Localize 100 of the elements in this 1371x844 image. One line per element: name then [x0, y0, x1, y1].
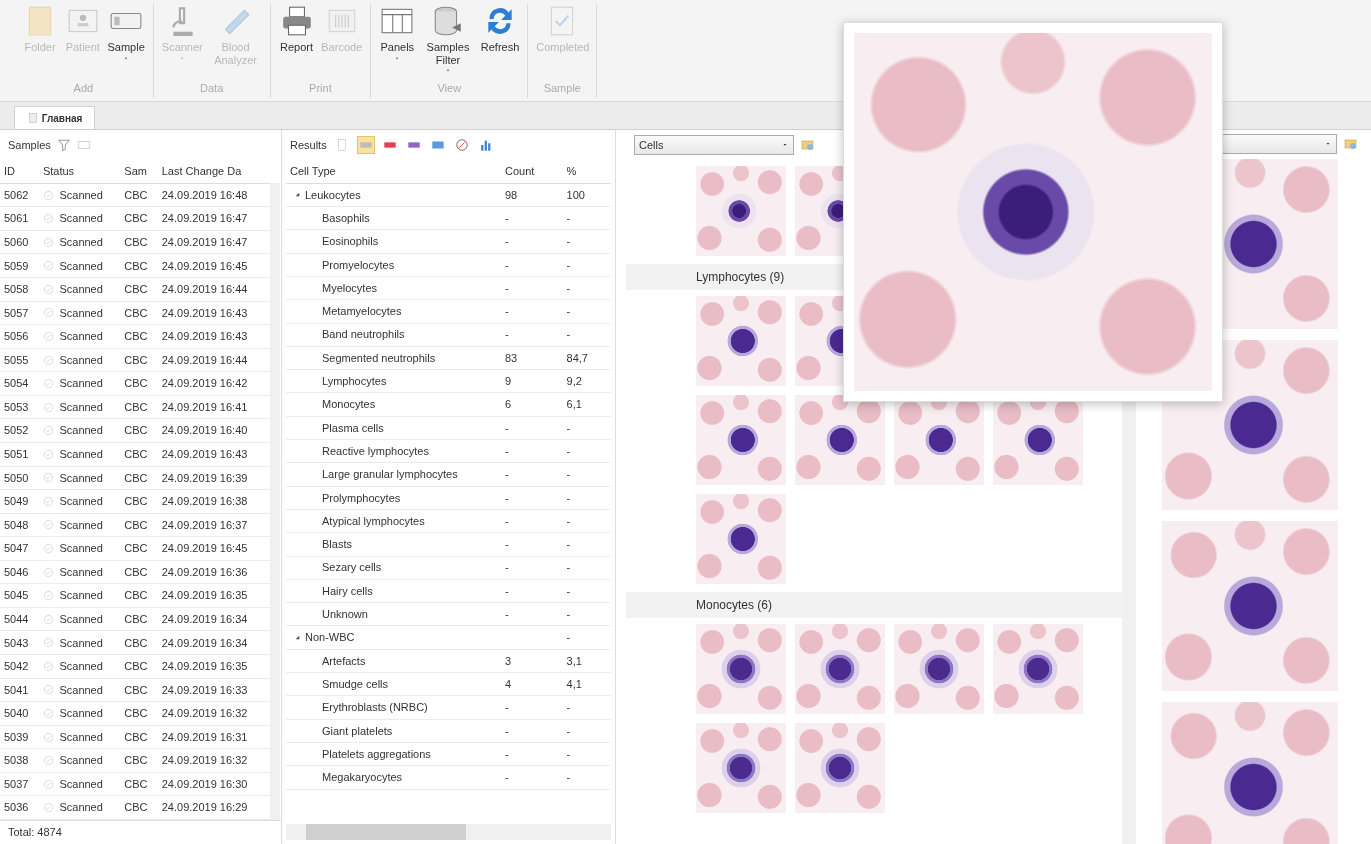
tab[interactable]: Главная: [14, 106, 96, 129]
table-cell: 5061: [0, 206, 39, 231]
check-circle-icon: [42, 354, 54, 366]
column-header[interactable]: Sam: [120, 160, 158, 184]
table-cell: 6: [501, 392, 563, 417]
table-cell: 5041: [0, 678, 39, 702]
table-cell: CBC: [120, 607, 158, 631]
table-cell: 98: [501, 183, 563, 207]
table-cell: -: [562, 532, 611, 557]
table-cell: -: [562, 439, 611, 463]
column-header[interactable]: Last Change Da: [157, 160, 270, 184]
group-header: Monocytes (6): [626, 592, 1122, 618]
table-cell: 6,1: [562, 392, 611, 417]
ribbon-button[interactable]: Samples Filter: [420, 4, 476, 77]
scrollbar[interactable]: [286, 824, 611, 840]
column-header[interactable]: Status: [38, 160, 121, 184]
check-circle-icon: [42, 330, 54, 342]
table-cell: -: [562, 276, 611, 300]
table-cell-text: Artefacts: [322, 653, 366, 669]
group-label: Add: [72, 80, 95, 96]
table-cell: 5039: [0, 725, 39, 749]
table-cell-text: Scanned: [59, 352, 103, 368]
table-cell: 5045: [0, 583, 39, 608]
table-cell-text: Monocytes: [322, 397, 376, 413]
table-cell: -: [562, 229, 611, 254]
group-label: View: [436, 80, 463, 96]
table-cell-text: Non-WBC: [305, 630, 355, 646]
check-circle-icon: [42, 707, 54, 719]
column-header[interactable]: %: [562, 160, 611, 184]
check-circle-icon: [42, 425, 54, 437]
table-cell-text: Sezary cells: [322, 560, 382, 576]
table-cell-text: Erythroblasts (NRBC): [322, 700, 428, 716]
expander-icon[interactable]: [294, 191, 301, 199]
table-cell: 3: [501, 649, 563, 673]
table-cell-text: Scanned: [59, 588, 103, 604]
table-cell: CBC: [120, 725, 158, 749]
check-circle-icon: [42, 283, 54, 295]
check-circle-icon: [42, 378, 54, 390]
table-cell: 5055: [0, 348, 39, 372]
ribbon-button[interactable]: Report: [276, 4, 317, 54]
table-cell: -: [501, 602, 563, 626]
table-cell: 9: [501, 369, 563, 393]
table-cell-text: Band neutrophils: [322, 327, 405, 343]
table-cell: CBC: [120, 230, 158, 254]
ribbon-button[interactable]: Sample: [105, 4, 147, 64]
view-button[interactable]: [356, 136, 375, 154]
table-cell-text: Reactive lymphocytes: [322, 443, 429, 459]
column-header[interactable]: Count: [501, 160, 563, 184]
table-cell: 9,2: [562, 369, 611, 393]
table-cell: 5042: [0, 654, 39, 679]
table-cell: CBC: [120, 277, 158, 302]
table-cell-text: Scanned: [59, 800, 103, 816]
table-cell-text: Segmented neutrophils: [322, 350, 436, 366]
table-cell: CBC: [120, 489, 158, 514]
table-cell-text: Leukocytes: [305, 187, 361, 203]
table-cell-text: Scanned: [59, 329, 103, 345]
table-cell: -: [501, 509, 563, 533]
column-header[interactable]: Cell Type: [286, 160, 501, 184]
table-cell: -: [562, 462, 611, 487]
table-cell-text: Lymphocytes: [322, 374, 387, 390]
table-cell: CBC: [120, 536, 158, 561]
table-cell: 5058: [0, 277, 39, 302]
table-cell: -: [562, 323, 611, 347]
check-circle-icon: [42, 519, 54, 531]
table-cell: CBC: [120, 795, 158, 820]
check-circle-icon: [42, 684, 54, 696]
table-cell-text: Giant platelets: [322, 723, 393, 739]
table-cell: CBC: [120, 560, 158, 584]
table-cell-text: Myelocytes: [322, 280, 378, 296]
table-cell: CBC: [120, 324, 158, 349]
table-cell: -: [501, 486, 563, 510]
table-cell-text: Scanned: [59, 682, 103, 698]
panel-title: Samples: [8, 137, 51, 153]
table-cell: 5049: [0, 489, 39, 514]
table-cell: -: [562, 206, 611, 230]
table-cell: CBC: [120, 183, 158, 207]
table-cell: 5059: [0, 254, 39, 278]
table-cell: -: [501, 299, 563, 324]
check-circle-icon: [42, 660, 54, 672]
table-cell: -: [501, 719, 563, 743]
table-cell: 5044: [0, 607, 39, 631]
table-cell: 5043: [0, 631, 39, 655]
table-cell-text: Scanned: [59, 399, 103, 415]
table-cell: CBC: [120, 583, 158, 608]
ribbon-button[interactable]: Panels: [377, 4, 418, 64]
column-header[interactable]: ID: [0, 160, 39, 184]
table-cell: 5037: [0, 772, 39, 796]
dropdown[interactable]: Cells: [634, 135, 794, 155]
table-cell-text: Prolymphocytes: [322, 490, 401, 506]
group-label: Sample: [542, 80, 582, 96]
expander-icon[interactable]: [294, 634, 301, 642]
table-cell-text: Scanned: [59, 376, 103, 392]
table-cell-text: Scanned: [59, 517, 103, 533]
table-cell: -: [501, 695, 563, 720]
table-cell: 100: [562, 183, 611, 207]
table-cell-text: Basophils: [322, 211, 370, 226]
scrollbar[interactable]: [270, 183, 280, 820]
table-cell-text: Scanned: [59, 234, 103, 250]
ribbon-button[interactable]: Refresh: [478, 4, 522, 54]
check-circle-icon: [42, 448, 54, 460]
